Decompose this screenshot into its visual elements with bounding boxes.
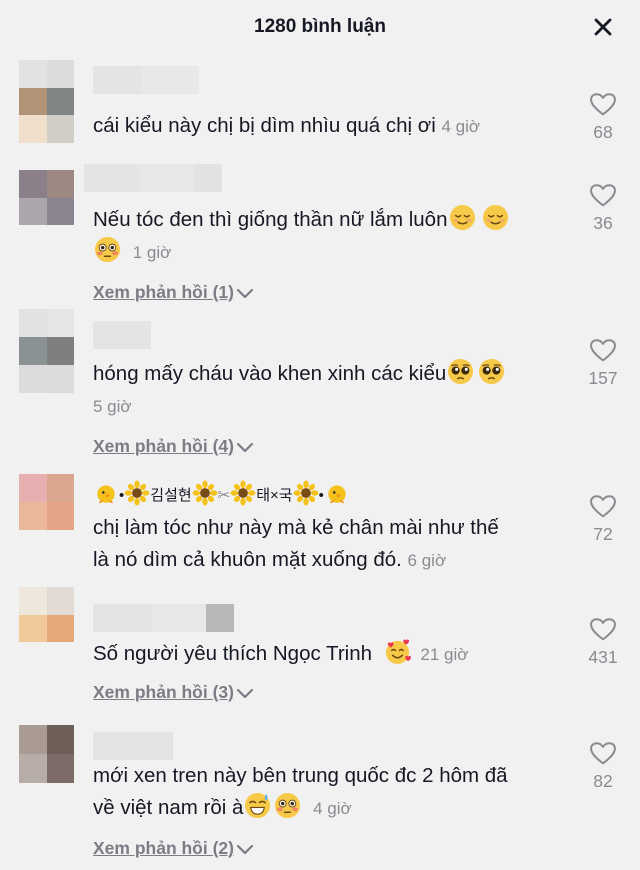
smiling-face-with-hearts-emoji bbox=[384, 638, 411, 665]
username-blurred[interactable] bbox=[93, 604, 234, 632]
avatar[interactable] bbox=[19, 474, 74, 530]
comment-time: 5 giờ bbox=[93, 397, 132, 416]
username-blurred[interactable] bbox=[93, 732, 173, 760]
comment-text: hóng mấy cháu vào khen xinh các kiểu 5 g… bbox=[93, 358, 558, 423]
pleading-face-emoji bbox=[447, 358, 474, 385]
heart-outline-icon[interactable] bbox=[589, 183, 617, 208]
like-count: 68 bbox=[593, 122, 613, 142]
heart-outline-icon[interactable] bbox=[589, 338, 617, 363]
comment-item: Nếu tóc đen thì giống thần nữ lắm luôn 1… bbox=[0, 164, 640, 306]
comment-item: Số người yêu thích Ngọc Trinh 21 giờ Xem… bbox=[0, 584, 640, 714]
like-button[interactable]: 82 bbox=[586, 741, 620, 792]
view-replies-link[interactable]: Xem phản hồi (2) bbox=[93, 838, 254, 859]
heart-outline-icon[interactable] bbox=[589, 741, 617, 766]
like-button[interactable]: 72 bbox=[586, 494, 620, 545]
username-part: 김설현 bbox=[150, 487, 192, 504]
username-blurred[interactable] bbox=[93, 66, 199, 94]
view-replies-label: Xem phản hồi (2) bbox=[93, 838, 234, 858]
pleading-face-emoji bbox=[478, 358, 505, 385]
like-button[interactable]: 431 bbox=[586, 617, 620, 668]
chevron-down-icon bbox=[236, 687, 254, 699]
view-replies-link[interactable]: Xem phản hồi (3) bbox=[93, 682, 254, 703]
avatar[interactable] bbox=[19, 60, 74, 115]
comment-item: mới xen tren này bên trung quốc đc 2 hôm… bbox=[0, 724, 640, 870]
comment-item: • 김설현 ✂ 태×국 • chị làm tóc như này mà kẻ chân… bbox=[0, 470, 640, 582]
username-part: 태×국 bbox=[256, 487, 293, 504]
like-button[interactable]: 157 bbox=[586, 338, 620, 389]
view-replies-label: Xem phản hồi (3) bbox=[93, 682, 234, 702]
sunflower-emoji bbox=[293, 480, 319, 506]
comment-text: mới xen tren này bên trung quốc đc 2 hôm… bbox=[93, 760, 558, 825]
sunflower-emoji bbox=[192, 480, 218, 506]
heart-outline-icon[interactable] bbox=[589, 92, 617, 117]
chick-emoji bbox=[93, 480, 119, 506]
avatar[interactable] bbox=[19, 309, 74, 393]
comment-body: Nếu tóc đen thì giống thần nữ lắm luôn bbox=[93, 208, 448, 231]
like-button[interactable]: 68 bbox=[586, 92, 620, 143]
grinning-face-with-sweat-emoji bbox=[244, 792, 271, 819]
comment-text: cái kiểu này chị bị dìm nhìu quá chị ơi … bbox=[93, 110, 558, 143]
comments-header: 1280 bình luận bbox=[0, 0, 640, 54]
close-icon[interactable] bbox=[588, 12, 618, 42]
avatar[interactable] bbox=[19, 725, 74, 783]
avatar-lower bbox=[19, 115, 74, 143]
view-replies-link[interactable]: Xem phản hồi (1) bbox=[93, 282, 254, 303]
comment-body-line: mới xen tren này bên trung quốc đc 2 hôm… bbox=[93, 764, 508, 787]
view-replies-label: Xem phản hồi (1) bbox=[93, 282, 234, 302]
comment-body: hóng mấy cháu vào khen xinh các kiểu bbox=[93, 362, 447, 385]
comment-time: 6 giờ bbox=[407, 551, 447, 570]
avatar[interactable] bbox=[19, 170, 74, 225]
chick-emoji bbox=[324, 480, 350, 506]
comment-body-line: về việt nam rồi à bbox=[93, 796, 244, 819]
like-count: 157 bbox=[588, 368, 618, 388]
like-count: 72 bbox=[593, 524, 613, 544]
comment-time: 1 giờ bbox=[132, 243, 172, 262]
comment-text: Số người yêu thích Ngọc Trinh 21 giờ bbox=[93, 638, 558, 671]
comment-time: 4 giờ bbox=[313, 799, 352, 818]
view-replies-label: Xem phản hồi (4) bbox=[93, 436, 234, 456]
comment-time: 21 giờ bbox=[420, 645, 469, 664]
heart-outline-icon[interactable] bbox=[589, 494, 617, 519]
username-blurred[interactable] bbox=[93, 321, 151, 349]
comment-count-title: 1280 bình luận bbox=[254, 16, 386, 37]
like-button[interactable]: 36 bbox=[586, 183, 620, 234]
comment-body-line: là nó dìm cả khuôn mặt xuống đó. bbox=[93, 548, 402, 571]
chevron-down-icon bbox=[236, 287, 254, 299]
sunflower-emoji bbox=[230, 480, 256, 506]
flushed-face-emoji bbox=[274, 792, 301, 819]
comment-body: cái kiểu này chị bị dìm nhìu quá chị ơi bbox=[93, 114, 436, 137]
sunflower-emoji bbox=[124, 480, 150, 506]
heart-outline-icon[interactable] bbox=[589, 617, 617, 642]
view-replies-link[interactable]: Xem phản hồi (4) bbox=[93, 436, 254, 457]
username-blurred[interactable] bbox=[84, 164, 222, 192]
avatar[interactable] bbox=[19, 587, 74, 642]
comment-body-line: chị làm tóc như này mà kẻ chân mài như t… bbox=[93, 516, 499, 539]
relieved-face-emoji bbox=[449, 204, 476, 231]
relieved-face-emoji bbox=[482, 204, 509, 231]
comment-text: Nếu tóc đen thì giống thần nữ lắm luôn 1… bbox=[93, 204, 558, 269]
flushed-face-emoji bbox=[94, 236, 121, 263]
like-count: 36 bbox=[593, 213, 613, 233]
comment-text: chị làm tóc như này mà kẻ chân mài như t… bbox=[93, 512, 558, 577]
chevron-down-icon bbox=[236, 843, 254, 855]
comment-time: 4 giờ bbox=[441, 117, 481, 136]
comment-item: cái kiểu này chị bị dìm nhìu quá chị ơi … bbox=[0, 56, 640, 166]
username[interactable]: • 김설현 ✂ 태×국 • bbox=[93, 480, 350, 506]
chevron-down-icon bbox=[236, 441, 254, 453]
like-count: 82 bbox=[593, 771, 613, 791]
like-count: 431 bbox=[588, 647, 618, 667]
scissors-emoji: ✂ bbox=[217, 487, 231, 504]
comment-body: Số người yêu thích Ngọc Trinh bbox=[93, 642, 373, 665]
comment-item: hóng mấy cháu vào khen xinh các kiểu 5 g… bbox=[0, 306, 640, 466]
